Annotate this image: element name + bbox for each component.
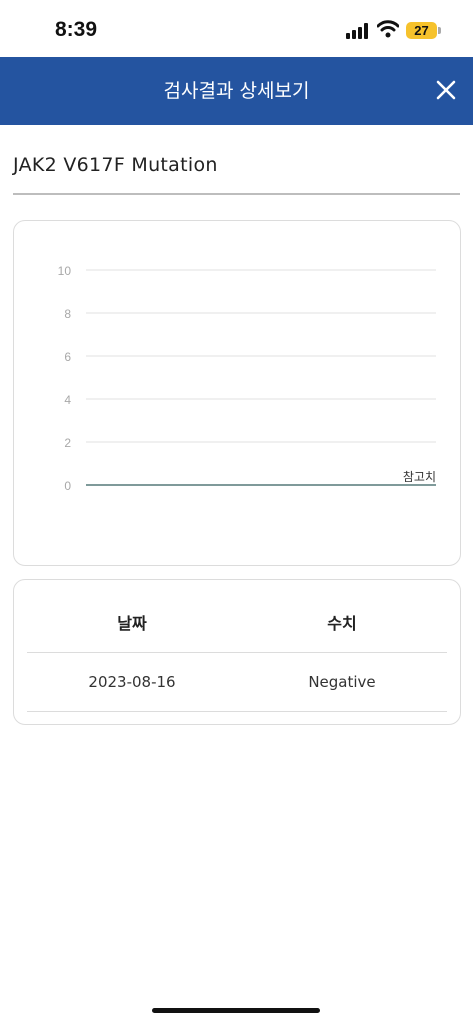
column-header-date: 날짜 [117, 614, 147, 633]
column-header-value: 수치 [327, 614, 357, 633]
reference-label: 참고치 [403, 470, 436, 484]
status-bar: 8:39 27 [0, 0, 473, 57]
result-chart: 10 8 6 4 2 0 참고치 [58, 264, 436, 493]
battery-icon: 27 [406, 22, 437, 39]
results-table: 날짜 수치 2023-08-16 Negative [13, 579, 461, 725]
wifi-icon [377, 20, 399, 38]
row-date: 2023-08-16 [88, 673, 176, 691]
battery-level: 27 [414, 23, 429, 38]
header-divider [27, 652, 447, 653]
page-title: 검사결과 상세보기 [163, 80, 310, 102]
y-tick-label: 10 [58, 264, 72, 278]
y-tick-label: 2 [64, 436, 71, 450]
y-tick-label: 4 [64, 393, 71, 407]
y-tick-label: 0 [64, 479, 71, 493]
chart-card: 10 8 6 4 2 0 참고치 [13, 220, 461, 566]
battery-cap [438, 27, 441, 34]
test-name: JAK2 V617F Mutation [13, 154, 218, 176]
title-divider [13, 193, 460, 195]
row-value: Negative [308, 673, 376, 691]
y-tick-label: 6 [64, 350, 71, 364]
home-indicator [152, 1008, 320, 1013]
app-header: 검사결과 상세보기 [0, 57, 473, 125]
y-tick-label: 8 [64, 307, 71, 321]
row-divider [27, 711, 447, 712]
close-icon[interactable] [433, 77, 459, 103]
cellular-signal-icon [346, 23, 370, 39]
status-time: 8:39 [55, 18, 98, 41]
